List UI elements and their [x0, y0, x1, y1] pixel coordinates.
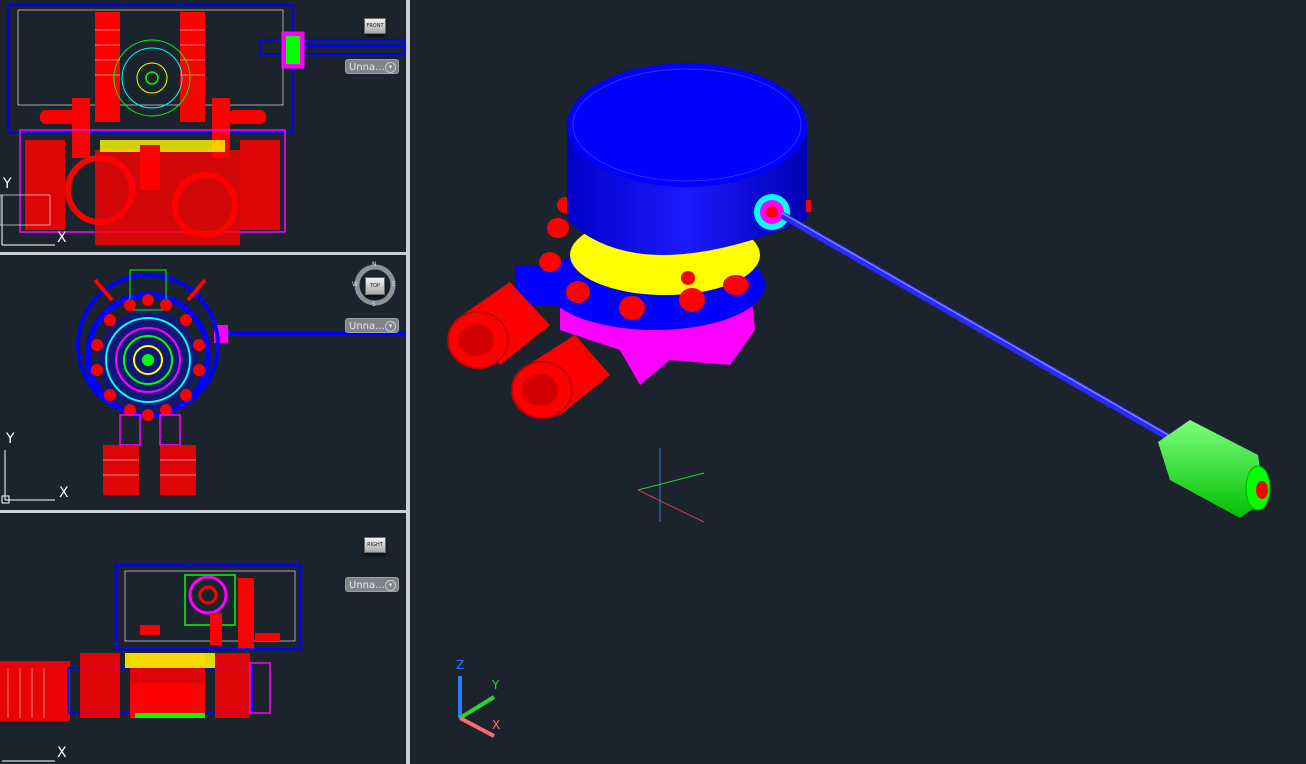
viewcube-icon[interactable]: RIGHT	[364, 537, 386, 553]
viewport-right[interactable]: X RIGHT Unna... ▾	[0, 513, 406, 764]
view-dropdown[interactable]: Unna... ▾	[345, 577, 399, 592]
ucs-icon	[2, 760, 55, 762]
view-dropdown-label: Unna...	[349, 62, 385, 73]
viewport-top[interactable]: X Y N S E W TOP Unna... ▾	[0, 255, 406, 510]
viewport-iso[interactable]: Z Y X	[410, 0, 1306, 764]
viewcube-icon[interactable]: FRONT	[364, 18, 386, 34]
ucs-icon	[1, 195, 55, 246]
viewcube-label: RIGHT	[367, 542, 383, 548]
viewcube-label: TOP	[369, 283, 380, 289]
ucs-y-label: Y	[492, 678, 500, 692]
compass-north-label: N	[372, 261, 377, 268]
compass-south-label: S	[372, 301, 376, 308]
viewport-front[interactable]: X Y FRONT Unna... ▾	[0, 0, 406, 252]
ucs-z-label: Z	[456, 658, 465, 672]
compass-icon[interactable]	[0, 255, 406, 510]
view-dropdown-label: Unna...	[349, 580, 385, 591]
compass-east-label: E	[392, 281, 396, 288]
ucs-y-label: Y	[3, 176, 12, 192]
chevron-down-icon: ▾	[385, 62, 396, 73]
view-dropdown[interactable]: Unna... ▾	[345, 59, 399, 74]
ucs-icon	[458, 676, 496, 738]
viewcube-icon[interactable]: TOP	[365, 277, 385, 295]
ucs-x-label: X	[57, 745, 67, 761]
chevron-down-icon: ▾	[385, 321, 396, 332]
compass-west-label: W	[352, 281, 358, 288]
viewcube-label: FRONT	[366, 23, 384, 29]
view-dropdown-label: Unna...	[349, 321, 385, 332]
chevron-down-icon: ▾	[385, 580, 396, 591]
ucs-x-label: X	[57, 230, 67, 246]
view-dropdown[interactable]: Unna... ▾	[345, 318, 399, 333]
ucs-x-label: X	[492, 718, 501, 732]
